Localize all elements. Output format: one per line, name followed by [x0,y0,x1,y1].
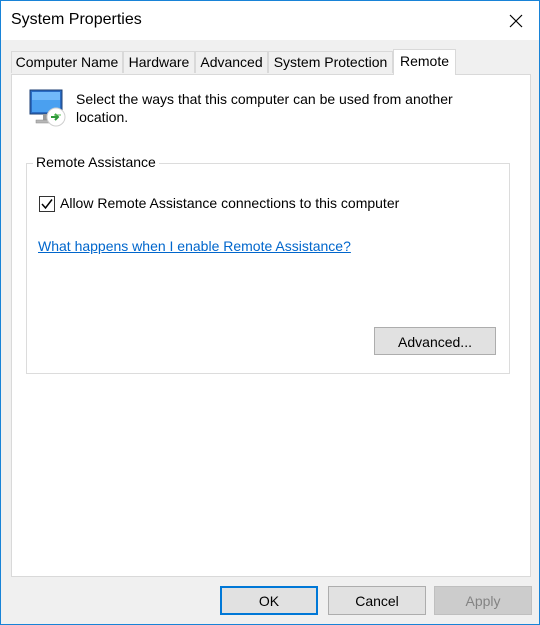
cancel-button[interactable]: Cancel [328,586,426,615]
title-bar[interactable]: System Properties [1,1,539,40]
remote-monitor-icon [29,89,66,127]
tab-advanced[interactable]: Advanced [195,51,268,73]
window-title: System Properties [11,11,142,28]
remote-intro-text: Select the ways that this computer can b… [76,91,453,125]
remote-assistance-group-title: Remote Assistance [33,154,159,170]
close-icon [509,14,523,27]
allow-remote-assistance-label[interactable]: Allow Remote Assistance connections to t… [60,195,399,211]
checkmark-icon [41,199,53,210]
tab-computer-name[interactable]: Computer Name [11,51,123,73]
remote-assistance-help-link[interactable]: What happens when I enable Remote Assist… [38,238,351,254]
remote-assistance-group: Remote Assistance Allow Remote Assistanc… [26,154,510,374]
apply-button[interactable]: Apply [434,586,532,615]
remote-tab-panel: Select the ways that this computer can b… [11,74,531,577]
ok-button[interactable]: OK [220,586,318,615]
advanced-button[interactable]: Advanced... [374,327,496,355]
allow-remote-assistance-checkbox[interactable] [39,196,55,212]
tab-system-protection[interactable]: System Protection [268,51,393,73]
tab-hardware[interactable]: Hardware [123,51,195,73]
tab-remote[interactable]: Remote [393,49,456,75]
system-properties-window: System Properties Computer Name Hardware… [0,0,540,625]
close-button[interactable] [493,1,539,40]
